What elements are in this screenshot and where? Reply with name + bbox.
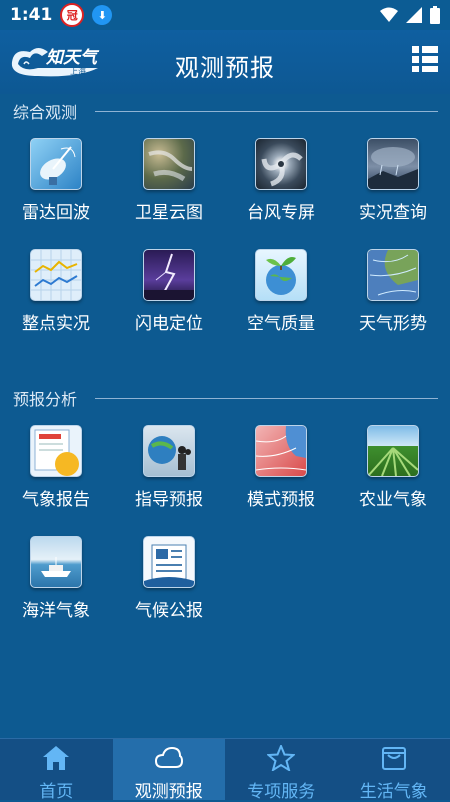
home-icon: [42, 745, 70, 771]
page-title: 观测预报: [0, 48, 450, 83]
lightning-icon: [143, 249, 195, 301]
app-header: 知天气 上海 观测预报: [0, 30, 450, 94]
status-bar: 1:41 冠 ⬇: [0, 0, 450, 30]
tab-home[interactable]: 首页: [0, 739, 113, 800]
tile-typhoon[interactable]: 台风专屏: [231, 138, 331, 238]
cloud-icon: [155, 745, 183, 771]
wifi-icon: [380, 7, 398, 23]
tile-label: 海洋气象: [6, 596, 106, 621]
battery-icon: [430, 6, 440, 24]
agriculture-icon: [367, 425, 419, 477]
tab-label: 首页: [0, 777, 113, 802]
tile-label: 雷达回波: [6, 198, 106, 223]
climate-bulletin-icon: [143, 536, 195, 588]
tile-climate-bulletin[interactable]: 气候公报: [119, 536, 219, 636]
download-icon: ⬇: [92, 5, 112, 25]
tile-weather-map[interactable]: 天气形势: [343, 249, 443, 349]
section-title: 综合观测: [13, 99, 77, 123]
bottom-tab-bar: 首页 观测预报 专项服务 生活气象: [0, 738, 450, 800]
bag-icon: [380, 745, 408, 771]
tile-label: 农业气象: [343, 485, 443, 510]
app-notification-icon: 冠: [60, 3, 84, 27]
tile-report[interactable]: 气象报告: [6, 425, 106, 525]
tab-observation-forecast[interactable]: 观测预报: [113, 739, 226, 800]
tile-label: 空气质量: [231, 309, 331, 334]
divider: [95, 111, 438, 112]
tile-live-weather[interactable]: 实况查询: [343, 138, 443, 238]
tile-radar[interactable]: 雷达回波: [6, 138, 106, 238]
report-icon: [30, 425, 82, 477]
air-quality-icon: [255, 249, 307, 301]
typhoon-icon: [255, 138, 307, 190]
ocean-icon: [30, 536, 82, 588]
section-observation-header: 综合观测: [13, 99, 438, 123]
tile-satellite[interactable]: 卫星云图: [119, 138, 219, 238]
tile-label: 闪电定位: [119, 309, 219, 334]
tab-life-weather[interactable]: 生活气象: [338, 739, 450, 800]
guidance-icon: [143, 425, 195, 477]
hourly-chart-icon: [30, 249, 82, 301]
live-weather-icon: [367, 138, 419, 190]
tile-hourly[interactable]: 整点实况: [6, 249, 106, 349]
tile-label: 气候公报: [119, 596, 219, 621]
tile-label: 天气形势: [343, 309, 443, 334]
satellite-icon: [143, 138, 195, 190]
model-icon: [255, 425, 307, 477]
tile-label: 指导预报: [119, 485, 219, 510]
tile-label: 卫星云图: [119, 198, 219, 223]
tile-label: 模式预报: [231, 485, 331, 510]
grid-menu-icon[interactable]: [412, 46, 438, 72]
status-time: 1:41: [10, 5, 52, 25]
tile-lightning[interactable]: 闪电定位: [119, 249, 219, 349]
tile-label: 实况查询: [343, 198, 443, 223]
tile-guidance[interactable]: 指导预报: [119, 425, 219, 525]
tile-label: 台风专屏: [231, 198, 331, 223]
section-title: 预报分析: [13, 386, 77, 410]
section-forecast-header: 预报分析: [13, 386, 438, 410]
tile-agriculture[interactable]: 农业气象: [343, 425, 443, 525]
star-icon: [267, 745, 295, 771]
tile-ocean[interactable]: 海洋气象: [6, 536, 106, 636]
tile-label: 整点实况: [6, 309, 106, 334]
divider: [95, 398, 438, 399]
tab-special-services[interactable]: 专项服务: [225, 739, 338, 800]
weather-map-icon: [367, 249, 419, 301]
tile-label: 气象报告: [6, 485, 106, 510]
tab-label: 观测预报: [113, 777, 226, 802]
radar-icon: [30, 138, 82, 190]
cellular-signal-icon: [406, 7, 422, 23]
tile-model[interactable]: 模式预报: [231, 425, 331, 525]
tile-air-quality[interactable]: 空气质量: [231, 249, 331, 349]
tab-label: 生活气象: [338, 777, 450, 802]
tab-label: 专项服务: [225, 777, 338, 802]
